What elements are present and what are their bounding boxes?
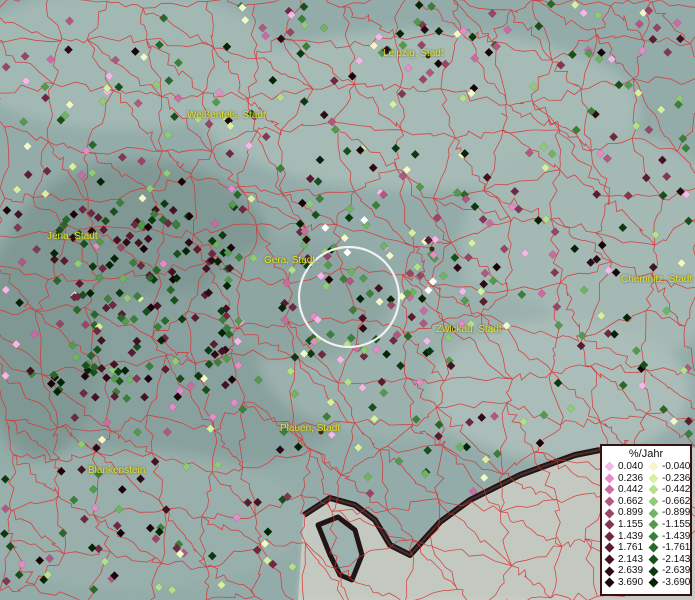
legend-value-positive: 0.662	[618, 495, 644, 507]
legend-swatch-positive-icon	[604, 554, 615, 565]
legend-value-positive: 2.143	[618, 553, 644, 565]
legend-entry: -1.761	[646, 542, 690, 554]
legend-swatch-positive-icon	[604, 496, 615, 507]
legend-entry: 1.155	[602, 519, 646, 531]
city-label-zwickau[interactable]: Zwickau, Stadt	[436, 324, 502, 335]
legend-entry: 0.662	[602, 496, 646, 508]
city-label-jena[interactable]: Jena, Stadt	[47, 231, 98, 242]
legend: %/Jahr 0.040 -0.040 0.236 -0.236 0.442 -0.442…	[600, 444, 692, 596]
legend-value-positive: 2.639	[618, 565, 644, 577]
legend-row: 1.439 -1.439	[602, 531, 690, 543]
legend-value-negative: -0.662	[662, 495, 691, 507]
legend-value-positive: 0.442	[618, 484, 644, 496]
legend-swatch-negative-icon	[648, 554, 659, 565]
legend-title: %/Jahr	[628, 448, 664, 460]
legend-row: 0.662 -0.662	[602, 496, 690, 508]
legend-swatch-negative-icon	[648, 566, 659, 577]
legend-entry: 0.899	[602, 507, 646, 519]
legend-swatch-positive-icon	[604, 543, 615, 553]
legend-swatch-positive-icon	[604, 531, 615, 542]
legend-value-negative: -0.899	[662, 507, 691, 519]
legend-value-negative: -2.143	[662, 553, 691, 565]
legend-entry: -3.690	[646, 577, 690, 589]
legend-value-positive: 3.690	[618, 576, 644, 588]
legend-entry: -0.442	[646, 484, 690, 496]
city-label-leipzig[interactable]: Leipzig, Stadt	[383, 48, 444, 59]
city-label-plauen[interactable]: Plauen, Stadt	[280, 423, 340, 434]
map-canvas[interactable]	[0, 0, 695, 600]
legend-swatch-positive-icon	[604, 577, 615, 588]
legend-swatch-negative-icon	[648, 496, 659, 507]
legend-swatch-negative-icon	[648, 461, 659, 472]
legend-row: 1.761 -1.761	[602, 542, 690, 554]
legend-entry: -0.040	[646, 461, 690, 473]
legend-row: 3.690 -3.690	[602, 577, 690, 589]
legend-entry: 0.040	[602, 461, 646, 473]
legend-swatch-negative-icon	[648, 519, 659, 530]
legend-value-positive: 1.761	[618, 542, 644, 554]
legend-value-positive: 0.040	[618, 461, 644, 472]
legend-value-negative: -1.439	[662, 530, 691, 542]
legend-rows: 0.040 -0.040 0.236 -0.236 0.442 -0.442 0.662 -0…	[602, 461, 690, 589]
legend-value-negative: -3.690	[662, 576, 691, 588]
legend-row: 0.442 -0.442	[602, 484, 690, 496]
legend-entry: 3.690	[602, 577, 646, 589]
legend-swatch-negative-icon	[648, 485, 659, 495]
legend-value-positive: 0.236	[618, 472, 644, 484]
city-label-chemnitz[interactable]: Chemnitz, Stadt	[621, 274, 692, 285]
legend-entry: 2.639	[602, 565, 646, 577]
legend-row: 0.899 -0.899	[602, 507, 690, 519]
legend-entry: -1.155	[646, 519, 690, 531]
legend-value-negative: -1.155	[662, 518, 691, 530]
legend-swatch-negative-icon	[648, 543, 659, 553]
legend-entry: 1.439	[602, 531, 646, 543]
legend-entry: 1.761	[602, 542, 646, 554]
legend-entry: 0.442	[602, 484, 646, 496]
legend-entry: 0.236	[602, 473, 646, 485]
legend-entry: -0.899	[646, 507, 690, 519]
legend-row: 1.155 -1.155	[602, 519, 690, 531]
city-label-gera[interactable]: Gera, Stadt	[264, 255, 315, 266]
legend-swatch-positive-icon	[604, 461, 615, 472]
legend-row: 0.236 -0.236	[602, 473, 690, 485]
legend-swatch-positive-icon	[604, 519, 615, 530]
legend-entry: -0.662	[646, 496, 690, 508]
legend-swatch-positive-icon	[604, 473, 615, 484]
legend-entry: -1.439	[646, 531, 690, 543]
legend-swatch-negative-icon	[648, 473, 659, 484]
legend-swatch-negative-icon	[648, 531, 659, 542]
legend-value-negative: -1.761	[662, 542, 691, 554]
legend-value-positive: 0.899	[618, 507, 644, 519]
legend-entry: 2.143	[602, 554, 646, 566]
legend-row: 0.040 -0.040	[602, 461, 690, 473]
map-viewer[interactable]: Leipzig, Stadt Weißenfels, Stadt Jena, S…	[0, 0, 695, 600]
legend-row: 2.143 -2.143	[602, 554, 690, 566]
legend-swatch-positive-icon	[604, 566, 615, 577]
legend-value-negative: -2.639	[662, 565, 691, 577]
legend-value-negative: -0.442	[662, 484, 691, 496]
city-label-blankenstein[interactable]: Blankenstein	[88, 465, 145, 476]
legend-swatch-negative-icon	[648, 508, 659, 519]
legend-swatch-positive-icon	[604, 508, 615, 519]
legend-value-positive: 1.439	[618, 530, 644, 542]
legend-entry: -2.639	[646, 565, 690, 577]
legend-value-positive: 1.155	[618, 518, 644, 530]
legend-value-negative: -0.236	[662, 472, 691, 484]
legend-swatch-positive-icon	[604, 485, 615, 495]
legend-entry: -0.236	[646, 473, 690, 485]
legend-value-negative: -0.040	[662, 461, 691, 472]
legend-entry: -2.143	[646, 554, 690, 566]
legend-row: 2.639 -2.639	[602, 565, 690, 577]
legend-swatch-negative-icon	[648, 577, 659, 588]
city-label-weissenfels[interactable]: Weißenfels, Stadt	[187, 110, 266, 121]
